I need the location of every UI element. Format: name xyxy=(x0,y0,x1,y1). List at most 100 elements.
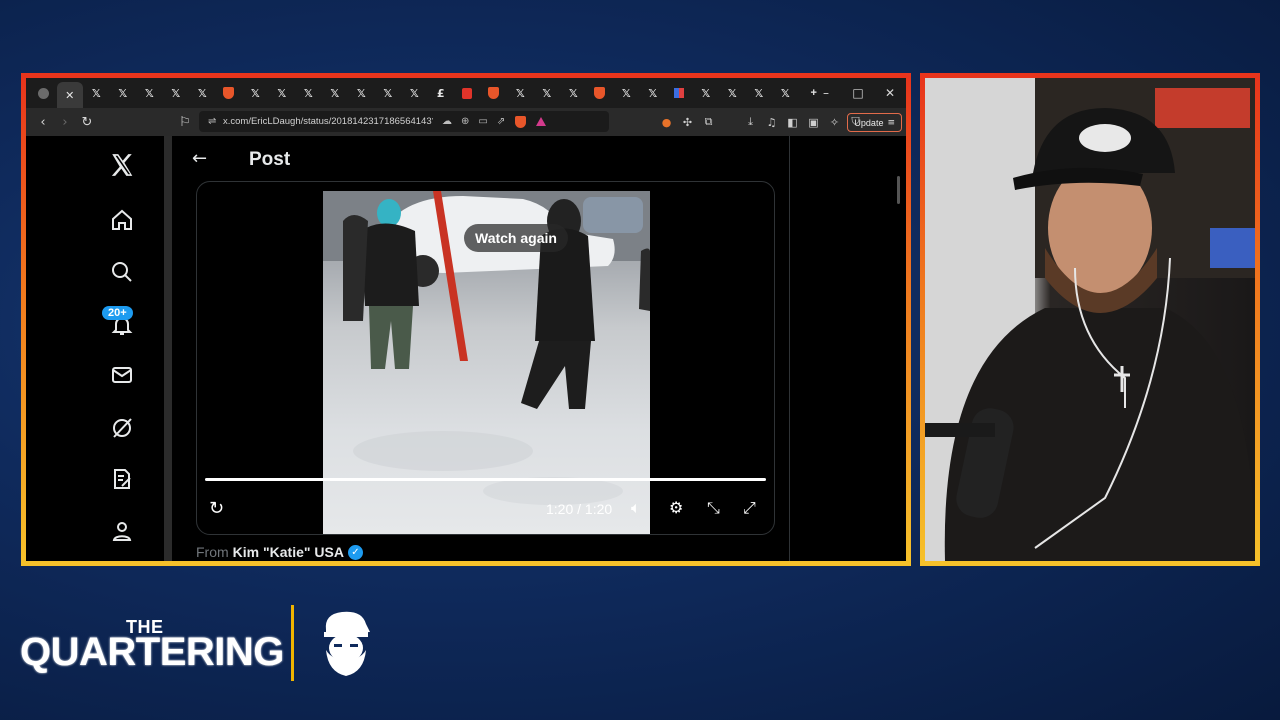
brand-logo: THE QUARTERING xyxy=(20,605,380,690)
browser-tab[interactable]: 𝕏 xyxy=(746,81,773,105)
forward-button[interactable]: › xyxy=(54,115,76,130)
x-logo-icon: 𝕏 xyxy=(197,86,207,100)
wallet-icon[interactable]: ▣ xyxy=(803,116,824,129)
watch-again-button[interactable]: Watch again xyxy=(464,224,568,252)
streamer-image xyxy=(925,78,1255,561)
close-icon: ✕ xyxy=(65,88,75,102)
menu-icon: ≡ xyxy=(887,117,895,128)
browser-tab[interactable] xyxy=(454,81,481,105)
picture-in-picture-icon[interactable]: ⤡ xyxy=(707,498,720,518)
close-window-button[interactable]: ✕ xyxy=(874,86,906,100)
x-logo-icon: 𝕏 xyxy=(621,86,631,100)
browser-tab[interactable] xyxy=(216,81,243,105)
download-icon[interactable]: ⤓ xyxy=(740,115,761,129)
url-text: x.com/EricLDaugh/status/2018142317186564… xyxy=(223,116,433,127)
profile-icon[interactable] xyxy=(108,517,136,545)
brave-rewards-icon[interactable] xyxy=(536,117,547,126)
browser-tab[interactable]: 𝕏 xyxy=(772,81,799,105)
leo-icon[interactable]: ✧ xyxy=(824,116,845,129)
x-logo-icon[interactable] xyxy=(108,151,136,179)
browser-tab[interactable]: 𝕏 xyxy=(163,81,190,105)
browser-tab[interactable] xyxy=(666,81,693,105)
navigation-bar: ‹ › ↻ ⚐ ⇌ x.com/EricLDaugh/status/201814… xyxy=(26,108,906,136)
browser-tab[interactable]: £ xyxy=(428,81,455,105)
video-attribution: From Kim "Katie" USA ✓ xyxy=(196,544,363,560)
minimize-button[interactable]: – xyxy=(810,86,842,100)
fullscreen-icon[interactable]: ⤢ xyxy=(743,498,756,518)
music-icon[interactable]: ♫ xyxy=(761,116,782,129)
back-arrow-icon[interactable]: ← xyxy=(192,148,207,169)
grid-icon xyxy=(674,88,685,98)
video-player[interactable]: Watch again ↻ 1:20 / 1:20 🔈︎ ⚙ ⤡ ⤢ xyxy=(196,181,775,535)
x-logo-icon: 𝕏 xyxy=(515,86,525,100)
browser-tab[interactable]: 𝕏 xyxy=(322,81,349,105)
author-link[interactable]: Kim "Katie" USA xyxy=(233,544,344,560)
video-controls: ↻ 1:20 / 1:20 🔈︎ ⚙ ⤡ ⤢ xyxy=(197,492,774,526)
browser-tab[interactable]: 𝕏 xyxy=(136,81,163,105)
browser-tab[interactable]: 𝕏 xyxy=(348,81,375,105)
browser-tab[interactable]: 𝕏 xyxy=(242,81,269,105)
browser-tab[interactable] xyxy=(481,81,508,105)
browser-tab[interactable]: 𝕏 xyxy=(534,81,561,105)
x-logo-icon: 𝕏 xyxy=(303,86,313,100)
sidebar-icon[interactable]: ◧ xyxy=(782,116,803,129)
browser-tab[interactable] xyxy=(587,81,614,105)
browser-tab[interactable]: 𝕏 xyxy=(83,81,110,105)
x-logo-icon: 𝕏 xyxy=(754,86,764,100)
page-scrollbar[interactable] xyxy=(897,176,900,204)
maximize-button[interactable]: □ xyxy=(842,86,874,100)
browser-tab[interactable]: 𝕏 xyxy=(269,81,296,105)
browser-tab[interactable]: 𝕏 xyxy=(189,81,216,105)
x-logo-icon: 𝕏 xyxy=(568,86,578,100)
share-icon[interactable]: ⇗ xyxy=(497,116,505,127)
sidebar-scrollbar[interactable] xyxy=(164,136,172,561)
puzzle-icon[interactable]: ✣ xyxy=(677,116,698,129)
cloud-icon[interactable]: ☁ xyxy=(442,116,452,127)
video-progress-bar[interactable] xyxy=(205,478,766,481)
volume-icon[interactable]: 🔈︎ xyxy=(631,498,641,518)
post-column: ← Post Watch again ↻ 1:20 / 1:20 🔈︎ ⚙ ⤡ … xyxy=(172,136,790,561)
browser-tab[interactable]: 𝕏 xyxy=(507,81,534,105)
x-logo-icon: 𝕏 xyxy=(91,86,101,100)
browser-tab[interactable]: 𝕏 xyxy=(401,81,428,105)
extension-orange-icon[interactable]: ● xyxy=(656,116,677,129)
back-button[interactable]: ‹ xyxy=(32,115,54,130)
messages-icon[interactable] xyxy=(108,361,136,389)
screenshot-icon[interactable]: ⧉ xyxy=(698,115,719,129)
browser-tab[interactable]: 𝕏 xyxy=(110,81,137,105)
time-readout: 1:20 / 1:20 xyxy=(546,501,613,517)
browser-tab[interactable]: ✕ xyxy=(56,82,83,108)
bookmark-icon[interactable]: ⚐ xyxy=(174,115,196,130)
globe-icon xyxy=(37,87,49,99)
page-title: Post xyxy=(249,149,291,170)
settings-gear-icon[interactable]: ⚙ xyxy=(669,498,683,517)
update-button[interactable]: Update ≡ xyxy=(847,113,902,132)
browser-tab[interactable]: 𝕏 xyxy=(375,81,402,105)
x-logo-icon: 𝕏 xyxy=(542,86,552,100)
grok-icon[interactable] xyxy=(108,414,136,442)
browser-tab[interactable]: 𝕏 xyxy=(640,81,667,105)
webcam-feed xyxy=(920,73,1260,566)
cast-icon[interactable]: ▭ xyxy=(478,116,487,127)
zoom-icon[interactable]: ⊕ xyxy=(461,116,469,127)
reload-button[interactable]: ↻ xyxy=(76,115,98,130)
browser-tab[interactable]: 𝕏 xyxy=(613,81,640,105)
browser-tab[interactable]: 𝕏 xyxy=(560,81,587,105)
home-icon[interactable] xyxy=(108,206,136,234)
site-settings-icon[interactable]: ⇌ xyxy=(208,116,216,127)
browser-tab[interactable]: 𝕏 xyxy=(719,81,746,105)
browser-tab[interactable]: 𝕏 xyxy=(693,81,720,105)
from-prefix: From xyxy=(196,544,229,560)
brave-shield-icon[interactable] xyxy=(515,115,527,128)
red-doc-icon xyxy=(462,87,473,99)
x-logo-icon: 𝕏 xyxy=(701,86,711,100)
replay-icon[interactable]: ↻ xyxy=(209,498,224,519)
address-bar[interactable]: ⇌ x.com/EricLDaugh/status/20181423171865… xyxy=(199,111,609,132)
x-logo-icon: 𝕏 xyxy=(277,86,287,100)
search-icon[interactable] xyxy=(108,258,136,286)
browser-tab[interactable]: 𝕏 xyxy=(295,81,322,105)
compose-icon[interactable] xyxy=(108,465,136,493)
x-logo-icon: 𝕏 xyxy=(409,86,419,100)
browser-tab[interactable] xyxy=(30,81,57,105)
bearded-mascot-icon xyxy=(324,611,370,676)
